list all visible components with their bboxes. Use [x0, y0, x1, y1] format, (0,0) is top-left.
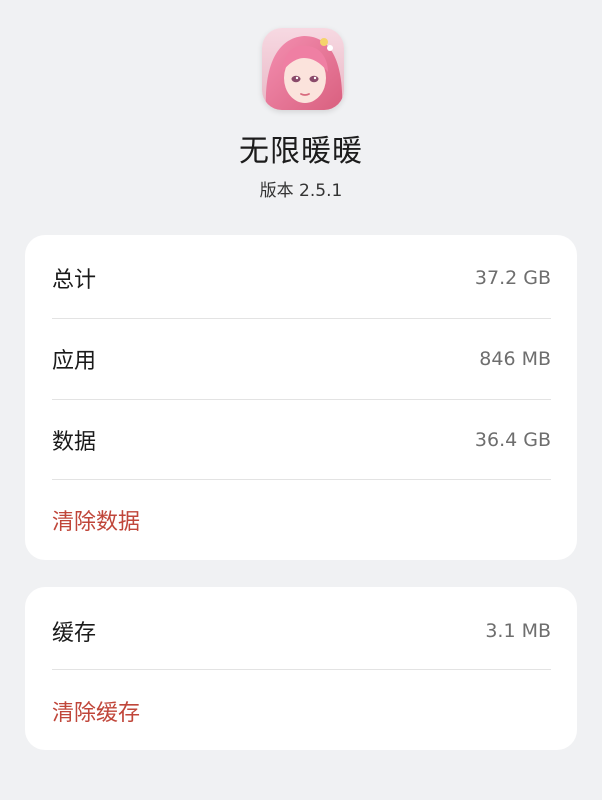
divider: [52, 669, 551, 670]
data-size-row: 数据 36.4 GB: [52, 400, 551, 480]
storage-card: 总计 37.2 GB 应用 846 MB 数据 36.4 GB 清除数据: [25, 235, 577, 560]
app-size-label: 应用: [52, 349, 97, 374]
clear-data-button[interactable]: 清除数据: [52, 480, 551, 560]
data-size-value: 36.4 GB: [474, 429, 551, 451]
cache-row: 缓存 3.1 MB: [52, 591, 551, 671]
cache-card: 缓存 3.1 MB 清除缓存: [25, 587, 577, 750]
total-value: 37.2 GB: [474, 267, 551, 289]
app-version: 版本 2.5.1: [259, 181, 343, 201]
cache-value: 3.1 MB: [485, 620, 551, 642]
app-avatar-icon: [262, 28, 344, 110]
total-label: 总计: [52, 268, 97, 293]
clear-data-label: 清除数据: [52, 510, 141, 535]
data-size-label: 数据: [52, 430, 97, 455]
app-name: 无限暖暖: [239, 134, 363, 169]
app-size-value: 846 MB: [479, 348, 551, 370]
total-row: 总计 37.2 GB: [52, 238, 551, 318]
clear-cache-button[interactable]: 清除缓存: [52, 671, 551, 751]
app-size-row: 应用 846 MB: [52, 319, 551, 399]
app-header: 无限暖暖 版本 2.5.1: [0, 0, 602, 220]
clear-cache-label: 清除缓存: [52, 701, 141, 726]
cache-label: 缓存: [52, 621, 97, 646]
